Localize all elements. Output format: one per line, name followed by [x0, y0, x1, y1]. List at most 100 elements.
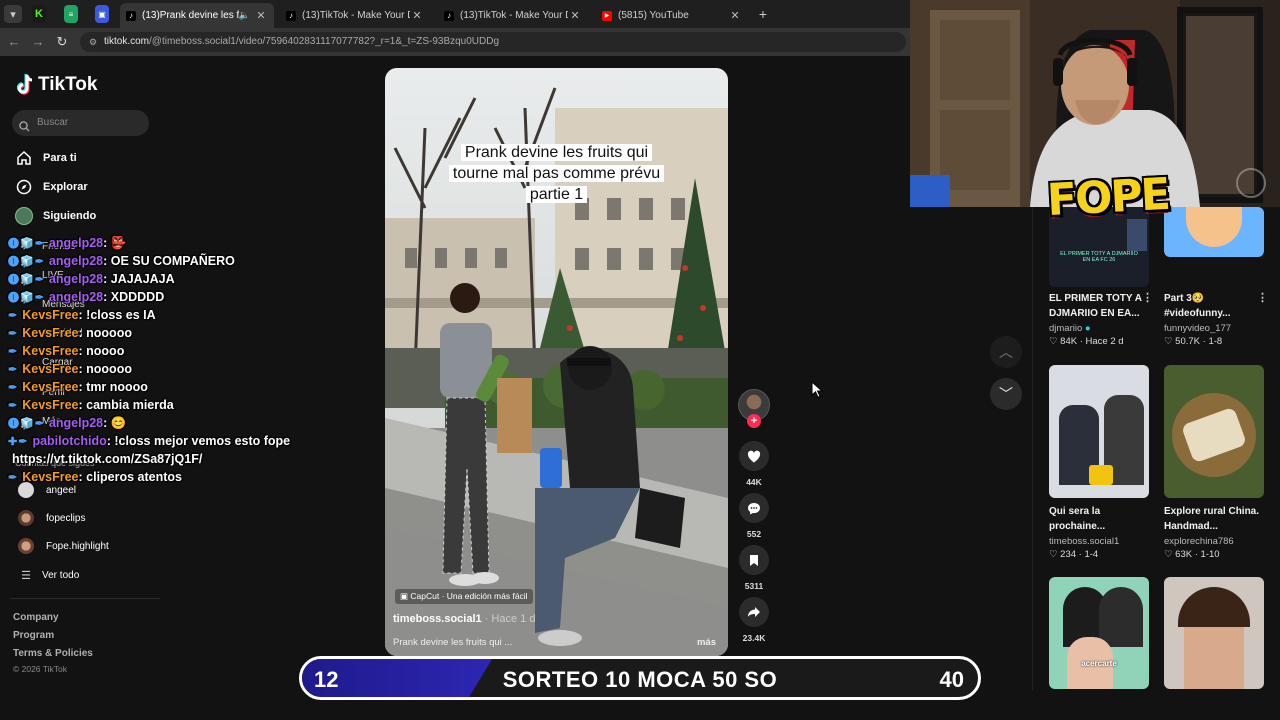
chat-message: 🅘🧊✒ angelp28: 👺	[8, 234, 348, 252]
chat-username: angelp28	[48, 236, 104, 250]
more-options-icon[interactable]: ⋮	[1142, 291, 1153, 304]
footer-company-link[interactable]: Company	[13, 612, 59, 623]
related-title[interactable]: Explore rural China. Handmad...	[1164, 504, 1264, 534]
forward-icon[interactable]: →	[30, 34, 46, 50]
nav-explorar[interactable]: Explorar	[15, 177, 88, 197]
chat-text: : nooooo	[78, 362, 132, 376]
related-author[interactable]: timeboss.social1	[1049, 536, 1119, 547]
capcut-tag[interactable]: ▣ CapCut · Una edición más fácil	[395, 589, 533, 604]
capcut-icon: ▣	[400, 591, 411, 601]
address-bar: ← → ↻ ⚙ tiktok.com/@timeboss.social1/vid…	[0, 28, 910, 56]
comment-button[interactable]: 552	[739, 493, 769, 539]
close-tab-icon[interactable]: ✕	[410, 9, 424, 22]
nav-para-ti[interactable]: Para ti	[15, 148, 77, 168]
tiktok-logo-icon	[16, 74, 34, 96]
close-tab-icon[interactable]: ✕	[254, 9, 268, 22]
related-author[interactable]: funnyvideo_177	[1164, 323, 1231, 334]
video-author[interactable]: timeboss.social1 · Hace 1 d	[393, 613, 535, 625]
related-title[interactable]: Qui sera la prochaine...	[1049, 504, 1149, 534]
chat-badges-icon: ✒	[8, 471, 19, 484]
verified-icon: ●	[1084, 323, 1091, 334]
see-all-link[interactable]: ☰ Ver todo	[18, 566, 79, 584]
following-icon	[15, 207, 33, 225]
related-title[interactable]: Part 3🥺 #videofunny...	[1164, 291, 1264, 321]
nav-label: Para ti	[43, 152, 77, 164]
webcam-badge-icon	[1236, 168, 1266, 198]
tab[interactable]: ♪ (13)TikTok - Make Your Day ✕	[438, 3, 588, 28]
nav-siguiendo[interactable]: Siguiendo	[15, 206, 96, 226]
more-options-icon[interactable]: ⋮	[1257, 291, 1268, 304]
related-stats: ♡ 234 · 1-4	[1049, 549, 1099, 560]
previous-video-button[interactable]: ︿	[990, 336, 1022, 368]
related-title[interactable]: EL PRIMER TOTY A DJMARIIO EN EA...	[1049, 291, 1149, 321]
chat-badges-icon: ✒	[8, 399, 19, 412]
chat-text: : cliperos atentos	[78, 470, 183, 484]
related-thumbnail[interactable]: acercarte	[1049, 577, 1149, 689]
chat-badges-icon: 🅘🧊✒	[8, 292, 45, 304]
related-author[interactable]: djmariio ●	[1049, 323, 1091, 334]
close-tab-icon[interactable]: ✕	[728, 9, 742, 22]
follow-plus-icon[interactable]: +	[747, 414, 761, 428]
new-tab-button[interactable]: +	[755, 5, 771, 23]
caption-line: partie 1	[525, 186, 588, 203]
tab[interactable]: ▶ (5815) YouTube ✕	[596, 3, 748, 28]
close-tab-icon[interactable]: ✕	[568, 9, 582, 22]
related-author[interactable]: explorechina786	[1164, 536, 1234, 547]
chat-message: ✒ KevsFree: noooo	[8, 342, 348, 360]
banner-right-number: 40	[939, 667, 964, 692]
back-icon[interactable]: ←	[6, 34, 22, 50]
footer-program-link[interactable]: Program	[13, 630, 54, 641]
chat-username: KevsFree	[22, 362, 79, 376]
like-button[interactable]: 44K	[739, 441, 769, 487]
reload-icon[interactable]: ↻	[54, 34, 70, 50]
thumbnail-inset	[1127, 219, 1147, 251]
more-link[interactable]: más	[697, 637, 716, 648]
video-player[interactable]: Prank devine les fruits qui tourne mal p…	[385, 68, 728, 656]
share-button[interactable]: 23.4K	[739, 597, 769, 643]
tab-title: (5815) YouTube	[618, 10, 689, 21]
tab-title: (13)TikTok - Make Your Day	[302, 10, 410, 21]
tab[interactable]: ♪ (13)TikTok - Make Your Day ✕	[280, 3, 430, 28]
chat-username: angelp28	[48, 254, 104, 268]
chat-text: : noooo	[78, 344, 125, 358]
tiktok-icon: ♪	[286, 10, 296, 21]
divider	[10, 598, 160, 599]
chat-badges-icon: ✒	[8, 327, 19, 340]
chat-username: KevsFree	[22, 470, 79, 484]
footer-terms-link[interactable]: Terms & Policies	[13, 648, 93, 659]
tab-search-button[interactable]: ▾	[4, 5, 22, 23]
related-thumbnail[interactable]	[1164, 577, 1264, 689]
chat-message: 🅘🧊✒ angelp28: XDDDDD	[8, 288, 348, 306]
next-video-button[interactable]: ﹀	[990, 378, 1022, 410]
following-item[interactable]: Fope.highlight	[18, 537, 109, 555]
stat-age: Hace 2 d	[1085, 336, 1124, 347]
tab-active[interactable]: ♪ (13)Prank devine les fruits q 🔈 ✕	[120, 3, 274, 28]
url-field[interactable]: ⚙ tiktok.com/@timeboss.social1/video/759…	[80, 32, 906, 52]
related-thumbnail[interactable]	[1164, 365, 1264, 498]
chat-username: angelp28	[48, 290, 104, 304]
pinned-tab-kick[interactable]: K	[32, 5, 46, 23]
save-button[interactable]: 5311	[739, 545, 769, 591]
search-input[interactable]: Buscar	[12, 110, 149, 136]
nav-label: Siguiendo	[43, 210, 97, 222]
chat-message: ✒ KevsFree: cliperos atentos	[8, 468, 348, 486]
tiktok-logo[interactable]: TikTok	[16, 74, 97, 96]
author-name: djmariio	[1049, 323, 1083, 334]
chat-text: : nooooo	[78, 326, 132, 340]
youtube-icon: ▶	[602, 10, 612, 21]
list-icon: ☰	[21, 569, 31, 582]
chat-message: 🅘🧊✒ angelp28: JAJAJAJA	[8, 270, 348, 288]
pinned-tab-green[interactable]: ≡	[64, 5, 78, 23]
site-info-icon[interactable]: ⚙	[89, 32, 97, 52]
avatar	[18, 510, 34, 526]
related-stats: ♡ 84K · Hace 2 d	[1049, 336, 1124, 347]
chat-text: : tmr noooo	[78, 380, 148, 394]
related-thumbnail[interactable]	[1049, 365, 1149, 498]
speaker-icon[interactable]: 🔈	[239, 10, 250, 21]
following-item[interactable]: fopeclips	[18, 509, 85, 527]
related-thumbnail[interactable]	[1164, 207, 1264, 257]
pinned-tab-blue[interactable]: ▣	[95, 5, 109, 23]
video-description: Prank devine les fruits qui ...	[393, 637, 513, 648]
chat-text: : 👺	[103, 235, 127, 250]
url-path: /@timeboss.social1/video/759640283111707…	[149, 36, 500, 47]
